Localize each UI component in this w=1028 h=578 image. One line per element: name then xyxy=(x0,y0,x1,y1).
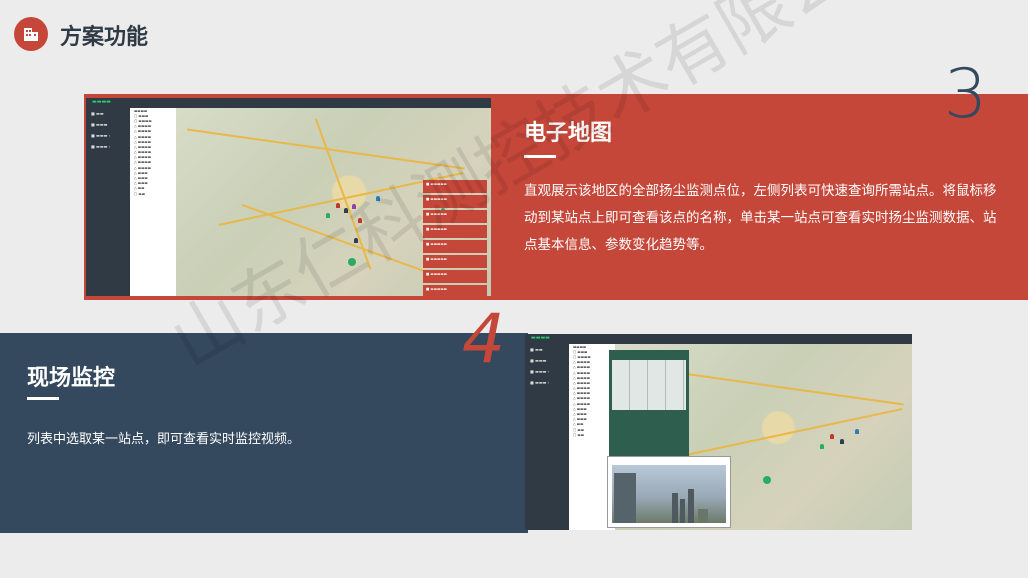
station-marker[interactable] xyxy=(855,429,859,434)
building-icon xyxy=(14,17,48,51)
station-info-card[interactable]: ■ ▬▬▬▬▬ xyxy=(423,240,487,253)
station-marker[interactable] xyxy=(763,476,771,484)
app-brand: ▬▬▬▬ xyxy=(531,335,550,341)
station-info-card[interactable]: ■ ▬▬▬▬▬ xyxy=(423,180,487,193)
map-view[interactable]: ■ ▬▬▬▬▬ ■ ▬▬▬▬▬ ■ ▬▬▬▬▬ ■ ▬▬▬▬▬ ■ ▬▬▬▬▬ … xyxy=(176,108,491,296)
map-screenshot: ▬▬▬▬ ■ ▬▬ ■ ▬▬▬ ■ ▬▬▬ › ■ ▬▬▬ › ▬▬▬▬ ▢ ▬▬▬ ▢ … xyxy=(84,96,493,298)
monitor-screenshot: ▬▬▬▬ ■ ▬▬ ■ ▬▬▬ ■ ▬▬▬ › ■ ▬▬▬ › ▬▬▬▬ ▢ ▬▬▬ ▢ … xyxy=(525,334,912,530)
station-marker[interactable] xyxy=(376,196,380,201)
app-sidebar: ■ ▬▬ ■ ▬▬▬ ■ ▬▬▬ › ■ ▬▬▬ › xyxy=(86,108,130,296)
page-title: 方案功能 xyxy=(60,25,149,50)
station-list: ▬▬▬▬ ▢ ▬▬▬ ▢ ▬▬▬▬ △ ▬▬▬▬ △ ▬▬▬▬ △ ▬▬▬▬ △ ▬▬▬▬… xyxy=(130,108,176,296)
station-info-list: ■ ▬▬▬▬▬ ■ ▬▬▬▬▬ ■ ▬▬▬▬▬ ■ ▬▬▬▬▬ ■ ▬▬▬▬▬ … xyxy=(423,180,487,296)
station-marker[interactable] xyxy=(820,444,824,449)
station-marker[interactable] xyxy=(840,439,844,444)
app-brand: ▬▬▬▬ xyxy=(92,99,111,105)
station-marker[interactable] xyxy=(358,218,362,223)
station-marker[interactable] xyxy=(326,213,330,218)
station-marker[interactable] xyxy=(352,204,356,209)
section4-description: 列表中选取某一站点，即可查看实时监控视频。 xyxy=(27,432,301,447)
station-info-card[interactable]: ■ ▬▬▬▬▬ xyxy=(423,210,487,223)
section-number-4: 4 xyxy=(462,300,506,379)
station-marker[interactable] xyxy=(344,208,348,213)
station-info-card[interactable]: ■ ▬▬▬▬▬ xyxy=(423,270,487,283)
station-data-grid xyxy=(612,360,686,410)
station-marker[interactable] xyxy=(354,238,358,243)
station-info-card[interactable]: ■ ▬▬▬▬▬ xyxy=(423,195,487,208)
section3-description: 直观展示该地区的全部扬尘监测点位，左侧列表可快速查询所需站点。将鼠标移动到某站点… xyxy=(524,183,997,253)
section3-title: 电子地图 xyxy=(524,121,613,146)
app-sidebar: ■ ▬▬ ■ ▬▬▬ ■ ▬▬▬ › ■ ▬▬▬ › xyxy=(525,344,569,530)
section-number-3: 3 xyxy=(944,55,988,134)
station-marker[interactable] xyxy=(830,434,834,439)
station-info-card[interactable]: ■ ▬▬▬▬▬ xyxy=(423,225,487,238)
section4-underline xyxy=(27,397,59,400)
station-data-popup xyxy=(609,350,689,462)
video-feed xyxy=(612,465,726,523)
station-marker[interactable] xyxy=(348,258,356,266)
app-topbar: ▬▬▬▬ xyxy=(525,334,912,344)
app-topbar: ▬▬▬▬ xyxy=(86,98,491,108)
station-marker[interactable] xyxy=(336,203,340,208)
section4-title: 现场监控 xyxy=(27,366,116,391)
video-window[interactable] xyxy=(607,456,731,528)
station-info-card[interactable]: ■ ▬▬▬▬▬ xyxy=(423,285,487,296)
section3-underline xyxy=(524,155,556,158)
station-info-card[interactable]: ■ ▬▬▬▬▬ xyxy=(423,255,487,268)
